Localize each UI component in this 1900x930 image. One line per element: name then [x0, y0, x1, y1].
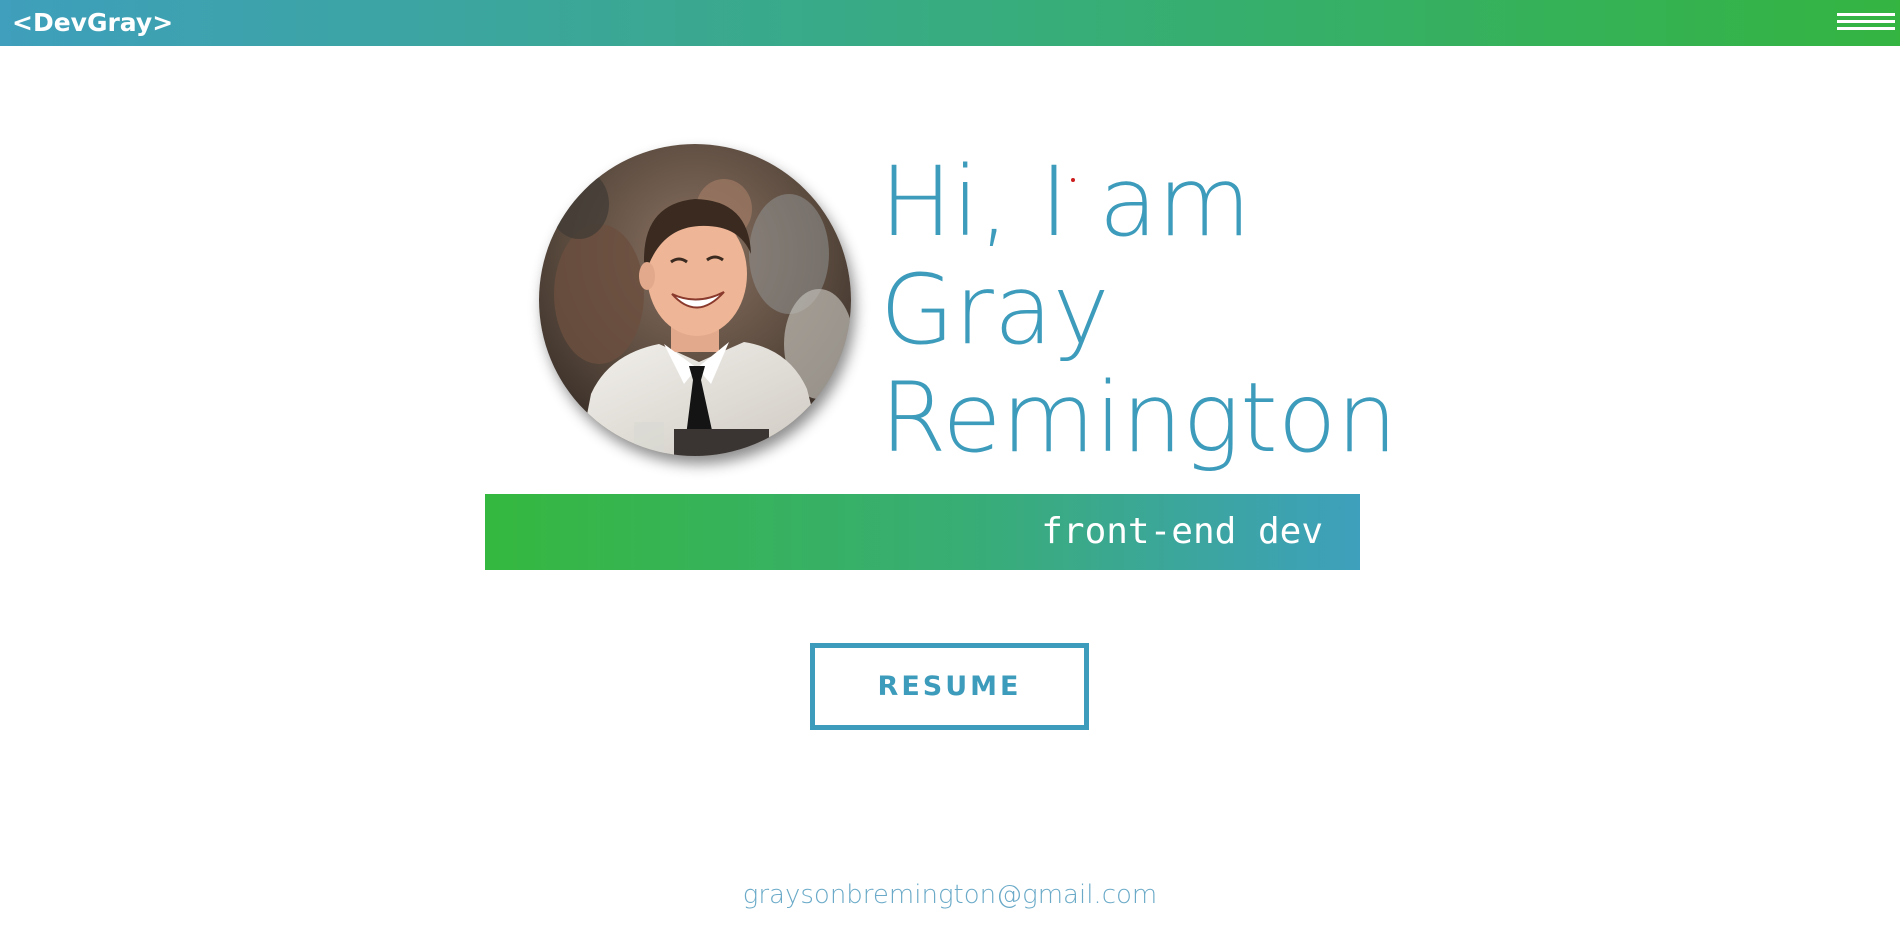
site-logo-link[interactable]: <DevGray>: [12, 7, 173, 39]
resume-button[interactable]: RESUME: [810, 643, 1089, 730]
menu-bar-line: [1837, 13, 1895, 16]
menu-bar-line: [1837, 27, 1895, 30]
last-name: Remington: [880, 362, 1398, 474]
first-name: Gray: [880, 254, 1110, 366]
menu-bar-line: [1837, 20, 1895, 23]
email-link[interactable]: graysonbremington@gmail.com: [0, 878, 1900, 912]
page: <DevGray> Hi, I am Gray Remington front-…: [0, 0, 1900, 930]
mouse-cursor-dot: [1071, 178, 1075, 182]
role-banner: front-end dev: [485, 494, 1360, 570]
top-navigation-bar: <DevGray>: [0, 0, 1900, 46]
hamburger-menu-icon[interactable]: [1837, 12, 1895, 34]
profile-photo: [539, 144, 851, 456]
hero-heading: Hi, I am Gray Remington: [880, 148, 1397, 472]
role-text: front-end dev: [1041, 511, 1323, 552]
greeting-text: Hi, I am: [880, 146, 1252, 258]
profile-photo-illustration: [539, 144, 851, 456]
